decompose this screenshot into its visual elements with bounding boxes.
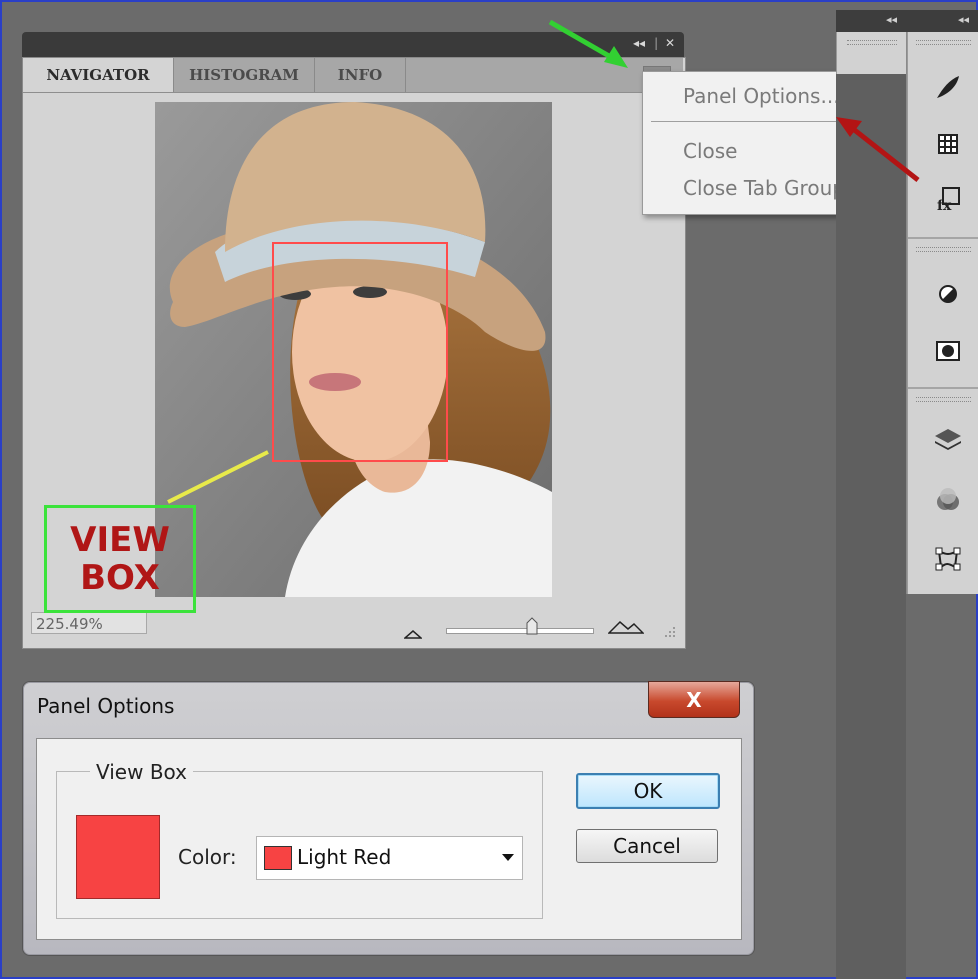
view-box-group-label: View Box (90, 760, 193, 784)
color-select[interactable]: Light Red (256, 836, 523, 880)
view-box-text-line1: VIEW (70, 520, 170, 560)
green-arrow (548, 19, 618, 63)
color-select-value: Light Red (297, 845, 392, 869)
view-box-text-line2: BOX (80, 558, 160, 598)
color-select-swatch (264, 846, 292, 870)
close-icon: X (686, 687, 702, 712)
view-box-color-swatch[interactable] (76, 815, 160, 899)
ok-button[interactable]: OK (576, 773, 720, 809)
red-arrow-menu (850, 126, 920, 182)
chevron-down-icon[interactable] (502, 854, 514, 861)
view-box-annotation: VIEW BOX (44, 505, 196, 613)
yellow-leader-line (167, 450, 269, 504)
dialog-title: Panel Options (37, 694, 175, 718)
cancel-button[interactable]: Cancel (576, 829, 718, 863)
color-label: Color: (178, 845, 237, 869)
dialog-close-button[interactable]: X (648, 681, 740, 718)
